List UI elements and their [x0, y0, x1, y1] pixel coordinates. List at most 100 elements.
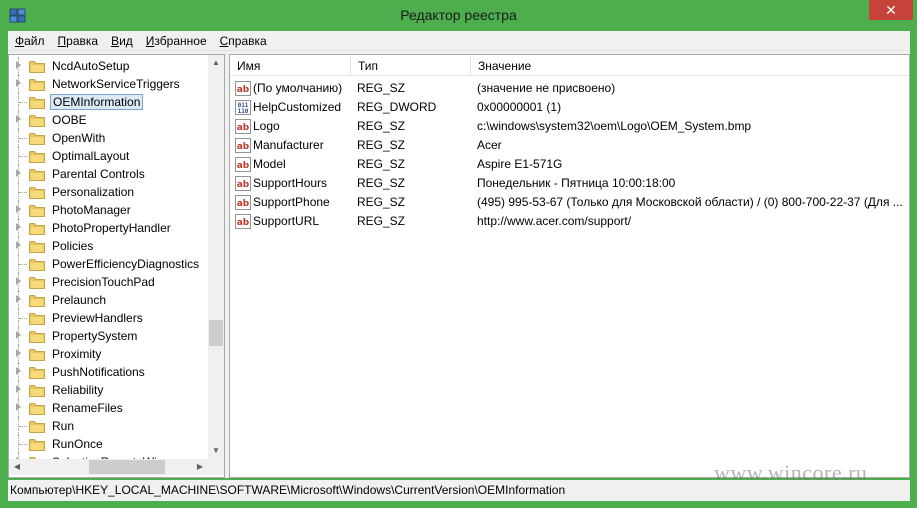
expand-arrow-icon[interactable] — [16, 367, 21, 375]
key-tree-pane[interactable]: NcdAutoSetup NetworkServiceTriggers OEMInf… — [8, 54, 225, 478]
tree-scroll-thumb[interactable] — [209, 320, 223, 347]
client-area: NcdAutoSetup NetworkServiceTriggers OEMInf… — [8, 51, 910, 478]
value-row[interactable]: 011 110 HelpCustomized REG_DWORD 0x00000001 … — [230, 98, 909, 117]
menu-file[interactable]: Файл — [8, 31, 51, 51]
folder-icon — [29, 438, 45, 451]
folder-icon — [29, 330, 45, 343]
scroll-left-icon[interactable]: ◀ — [9, 459, 25, 475]
folder-icon — [29, 420, 45, 433]
value-data: Acer — [477, 138, 502, 152]
folder-icon — [29, 186, 45, 199]
tree-item-label: PhotoPropertyHandler — [52, 221, 171, 235]
folder-icon — [29, 168, 45, 181]
expand-arrow-icon[interactable] — [16, 61, 21, 69]
menu-favorites[interactable]: Избранное — [139, 31, 213, 51]
tree-item[interactable]: Policies — [9, 237, 208, 255]
tree-item[interactable]: PowerEfficiencyDiagnostics — [9, 255, 208, 273]
scroll-down-icon[interactable]: ▼ — [208, 443, 224, 459]
menu-help[interactable]: Справка — [213, 31, 273, 51]
string-value-icon: ab — [235, 119, 251, 134]
expand-arrow-icon[interactable] — [16, 403, 21, 411]
value-name: SupportPhone — [253, 195, 330, 209]
expand-arrow-icon[interactable] — [16, 223, 21, 231]
folder-icon — [29, 276, 45, 289]
expand-arrow-icon[interactable] — [16, 295, 21, 303]
menu-edit-label: равка — [66, 34, 99, 48]
tree-item[interactable]: RenameFiles — [9, 399, 208, 417]
close-button[interactable]: ✕ — [869, 0, 913, 20]
value-name: SupportURL — [253, 214, 320, 228]
tree-item[interactable]: PreviewHandlers — [9, 309, 208, 327]
tree-connector-line — [19, 192, 27, 193]
value-row[interactable]: ab Model REG_SZ Aspire E1-571G — [230, 155, 909, 174]
key-tree: NcdAutoSetup NetworkServiceTriggers OEMInf… — [9, 55, 208, 459]
value-row[interactable]: ab Manufacturer REG_SZ Acer — [230, 136, 909, 155]
tree-item[interactable]: PrecisionTouchPad — [9, 273, 208, 291]
expand-arrow-icon[interactable] — [16, 205, 21, 213]
tree-item[interactable]: Proximity — [9, 345, 208, 363]
value-type: REG_SZ — [357, 119, 406, 133]
folder-icon — [29, 78, 45, 91]
tree-item[interactable]: OpenWith — [9, 129, 208, 147]
column-header-name[interactable]: Имя — [230, 55, 351, 76]
string-value-icon: ab — [235, 138, 251, 153]
tree-item-label: Reliability — [52, 383, 104, 397]
tree-item[interactable]: RunOnce — [9, 435, 208, 453]
value-row[interactable]: ab Logo REG_SZ c:\windows\system32\oem\Logo… — [230, 117, 909, 136]
tree-vertical-scrollbar[interactable]: ▲ ▼ — [208, 55, 224, 459]
tree-item[interactable]: Personalization — [9, 183, 208, 201]
expand-arrow-icon[interactable] — [16, 385, 21, 393]
value-row[interactable]: ab SupportURL REG_SZ http://www.acer.com/su… — [230, 212, 909, 231]
expand-arrow-icon[interactable] — [16, 169, 21, 177]
registry-editor-window: Редактор реестра ✕ Файл Правка Вид Избранно… — [0, 0, 917, 508]
column-header-type[interactable]: Тип — [351, 55, 471, 76]
tree-item-label: RunOnce — [52, 437, 103, 451]
value-data: c:\windows\system32\oem\Logo\OEM_System.… — [477, 119, 752, 133]
tree-item-label: PowerEfficiencyDiagnostics — [52, 257, 200, 271]
expand-arrow-icon[interactable] — [16, 241, 21, 249]
expand-arrow-icon[interactable] — [16, 79, 21, 87]
tree-item[interactable]: OEMInformation — [9, 93, 208, 111]
tree-item[interactable]: Run — [9, 417, 208, 435]
tree-item-label: Policies — [52, 239, 94, 253]
value-type: REG_SZ — [357, 195, 406, 209]
expand-arrow-icon[interactable] — [16, 331, 21, 339]
tree-item[interactable]: PropertySystem — [9, 327, 208, 345]
tree-item-label: RenameFiles — [52, 401, 123, 415]
menu-edit[interactable]: Правка — [51, 31, 105, 51]
value-type: REG_SZ — [357, 138, 406, 152]
binary-value-icon: 011 110 — [235, 100, 251, 115]
tree-item-label: PrecisionTouchPad — [52, 275, 155, 289]
tree-item[interactable]: Parental Controls — [9, 165, 208, 183]
expand-arrow-icon[interactable] — [16, 277, 21, 285]
string-value-icon: ab — [235, 214, 251, 229]
tree-item[interactable]: PhotoManager — [9, 201, 208, 219]
value-name: Logo — [253, 119, 280, 133]
value-row[interactable]: ab SupportHours REG_SZ Понедельник - Пятниц… — [230, 174, 909, 193]
folder-icon — [29, 294, 45, 307]
value-row[interactable]: ab SupportPhone REG_SZ (495) 995-53-67 (Тол… — [230, 193, 909, 212]
tree-item[interactable]: Prelaunch — [9, 291, 208, 309]
tree-horizontal-scrollbar[interactable]: ◀ ▶ — [9, 459, 208, 475]
folder-icon — [29, 258, 45, 271]
column-header-data[interactable]: Значение — [471, 55, 909, 76]
values-pane[interactable]: Имя Тип Значение ab (По умолчанию) REG_SZ(… — [229, 54, 910, 478]
menu-view[interactable]: Вид — [104, 31, 139, 51]
folder-icon — [29, 96, 45, 109]
menu-file-label: айл — [24, 34, 45, 48]
tree-item-label: OEMInformation — [50, 94, 144, 110]
tree-item[interactable]: Reliability — [9, 381, 208, 399]
expand-arrow-icon[interactable] — [16, 349, 21, 357]
tree-item[interactable]: OOBE — [9, 111, 208, 129]
expand-arrow-icon[interactable] — [16, 115, 21, 123]
tree-item[interactable]: NcdAutoSetup — [9, 57, 208, 75]
scroll-right-icon[interactable]: ▶ — [192, 459, 208, 475]
tree-item[interactable]: PushNotifications — [9, 363, 208, 381]
scroll-up-icon[interactable]: ▲ — [208, 55, 224, 71]
tree-hscroll-thumb[interactable] — [89, 460, 165, 474]
value-row[interactable]: ab (По умолчанию) REG_SZ (значение не присв… — [230, 79, 909, 98]
tree-item[interactable]: PhotoPropertyHandler — [9, 219, 208, 237]
tree-item[interactable]: NetworkServiceTriggers — [9, 75, 208, 93]
title-bar[interactable]: Редактор реестра ✕ — [0, 0, 917, 31]
tree-item[interactable]: OptimalLayout — [9, 147, 208, 165]
